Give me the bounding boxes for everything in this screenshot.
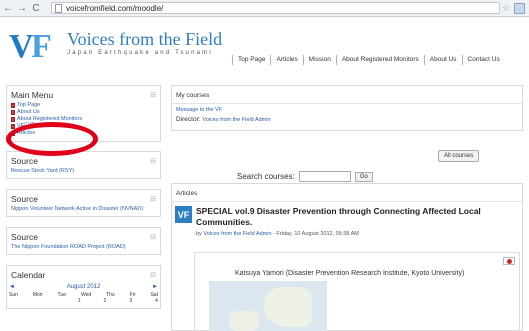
browser-toolbar: ← → C voicefromfield.com/moodle/ ☆ [0, 0, 529, 17]
calendar-block: Calendar ⊟ ◄ August 2012 ► Sun Mon Tue Wed T… [6, 265, 161, 309]
course-search: Search courses: Go [237, 171, 373, 182]
source-title: Source [11, 232, 38, 242]
search-input[interactable] [298, 171, 351, 182]
source-block-nvnad: Source ⊟ Nippon Volunteer Network Active… [6, 189, 161, 217]
japan-map-image [209, 281, 327, 331]
page-icon [11, 117, 15, 122]
nav-mission[interactable]: Mission [302, 55, 336, 65]
main-content: My courses Message to the VF Director: V… [171, 85, 523, 135]
top-nav: Top Page Articles Mission About Register… [232, 54, 505, 66]
source-block-rsy: Source ⊟ Rescue Stock Yard (RSY) [6, 151, 161, 179]
my-courses-box: My courses Message to the VF Director: V… [171, 85, 523, 131]
collapse-icon[interactable]: ⊟ [150, 91, 156, 99]
nav-about-monitors[interactable]: About Registered Monitors [335, 55, 424, 65]
calendar-week: 1234 [77, 298, 158, 304]
my-courses-title: My courses [172, 86, 522, 104]
main-menu-title: Main Menu [11, 90, 54, 100]
extension-icon[interactable] [514, 3, 525, 14]
address-bar[interactable]: voicefromfield.com/moodle/ [51, 2, 500, 14]
source-link[interactable]: Rescue Stock Yard (RSY) [11, 168, 74, 174]
articles-box: Articles VF SPECIAL vol.9 Disaster Preve… [171, 183, 523, 331]
source-link[interactable]: Nippon Volunteer Network Active in Disas… [11, 206, 143, 212]
menu-item-about-us[interactable]: About Us [11, 109, 156, 116]
vf-logo-mark: VF [9, 28, 52, 65]
nav-articles[interactable]: Articles [270, 55, 302, 65]
page-icon [11, 110, 15, 115]
logo-title: Voices from the Field [67, 29, 223, 49]
calendar-month[interactable]: August 2012 [67, 284, 101, 290]
collapse-icon[interactable]: ⊟ [150, 271, 156, 279]
collapse-icon[interactable]: ⊟ [150, 195, 156, 203]
source-block-road: Source ⊟ The Nippon Foundation ROAD Proj… [6, 227, 161, 255]
back-arrow-icon[interactable]: ← [2, 2, 14, 14]
go-button[interactable]: Go [354, 171, 373, 182]
calendar-next-icon[interactable]: ► [152, 284, 158, 290]
post-body: Katsuya Yamori (Disaster Prevention Rese… [194, 252, 520, 331]
articles-title: Articles [172, 184, 522, 202]
logo-subtitle: Japan Earthquake and Tsunami [67, 50, 213, 56]
article-post: VF SPECIAL vol.9 Disaster Prevention thr… [175, 206, 520, 331]
source-link[interactable]: The Nippon Foundation ROAD Project (ROAD… [11, 244, 126, 250]
japan-flag-icon [503, 257, 515, 265]
highlight-oval [6, 122, 98, 156]
sidebar: Main Menu ⊟ Top Page About Us About Regi… [6, 85, 161, 313]
site-logo[interactable]: VF Voices from the Field Japan Earthquak… [9, 30, 222, 64]
director-link[interactable]: Voices from the Field Admin [202, 117, 270, 123]
page-icon [11, 103, 15, 108]
course-link[interactable]: Message to the VF [176, 107, 518, 113]
source-title: Source [11, 156, 38, 166]
collapse-icon[interactable]: ⊟ [150, 157, 156, 165]
reload-icon[interactable]: C [30, 2, 42, 14]
star-icon[interactable]: ☆ [502, 3, 510, 14]
calendar-title: Calendar [11, 270, 46, 280]
calendar-prev-icon[interactable]: ◄ [9, 284, 15, 290]
author-link[interactable]: Voices from the Field Admin [203, 231, 271, 237]
search-label: Search courses: [237, 172, 295, 181]
page: VF Voices from the Field Japan Earthquak… [0, 18, 529, 331]
page-icon [55, 3, 62, 13]
nav-contact-us[interactable]: Contact Us [461, 55, 505, 65]
forward-arrow-icon[interactable]: → [16, 2, 28, 14]
source-title: Source [11, 194, 38, 204]
nav-top-page[interactable]: Top Page [232, 55, 270, 65]
post-author-line: Katsuya Yamori (Disaster Prevention Rese… [235, 270, 465, 277]
nav-about-us[interactable]: About Us [423, 55, 462, 65]
url-text: voicefromfield.com/moodle/ [66, 3, 164, 13]
collapse-icon[interactable]: ⊟ [150, 233, 156, 241]
vf-avatar-icon: VF [175, 206, 192, 223]
menu-item-top-page[interactable]: Top Page [11, 102, 156, 109]
director-label: Director: [176, 116, 201, 123]
all-courses-button[interactable]: All courses [438, 150, 480, 162]
menu-item-about-monitors[interactable]: About Registered Monitors [11, 116, 156, 123]
post-title[interactable]: SPECIAL vol.9 Disaster Prevention throug… [196, 206, 520, 228]
post-meta: by Voices from the Field Admin - Friday,… [196, 231, 359, 237]
